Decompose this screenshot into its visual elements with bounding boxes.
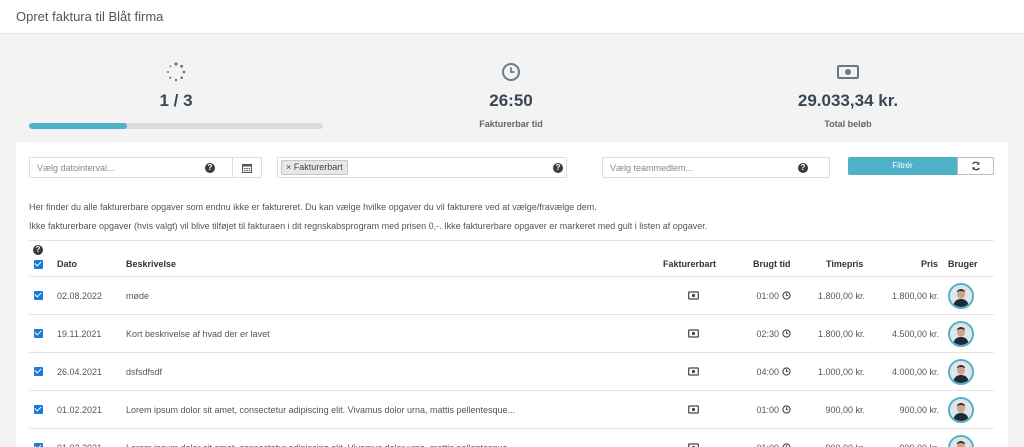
row-divider [29,390,994,391]
row-checkbox[interactable] [34,329,43,338]
row-checkbox[interactable] [34,405,43,414]
row-description: møde [126,291,150,301]
row-checkbox[interactable] [34,291,43,300]
question-icon[interactable]: ? [798,163,808,173]
remove-tag-icon[interactable]: × [286,162,291,172]
filter-button[interactable]: Filtrér [848,157,957,175]
column-header-billable[interactable]: Fakturerbart [663,259,716,269]
row-divider [29,428,994,429]
row-hourly-rate: 900,00 kr. [800,443,865,447]
clock-icon [782,443,791,447]
divider [29,240,994,241]
money-icon [688,443,699,447]
select-all-checkbox[interactable] [34,260,43,269]
avatar[interactable] [948,397,974,423]
money-icon [688,405,699,414]
question-icon[interactable]: ? [553,163,563,173]
column-header-date[interactable]: Dato [57,259,77,269]
row-date: 01.02.2021 [57,405,103,415]
info-text-2: Ikke fakturerbare opgaver (hvis valgt) v… [29,221,708,231]
row-description: dsfsdfsdf [126,367,163,377]
page-title: Opret faktura til Blåt firma [16,9,164,24]
row-price: 4.500,00 kr. [891,329,939,339]
info-text-1: Her finder du alle fakturerbare opgaver … [29,202,597,212]
clock-icon [782,405,791,414]
money-icon [837,65,859,79]
tag-chip[interactable]: × Fakturerbart [281,160,348,175]
row-date: 19.11.2021 [57,329,102,339]
title-bar: Opret faktura til Blåt firma [0,0,1024,34]
tag-label: Fakturerbart [293,162,343,172]
clock-icon [782,291,791,300]
row-divider [29,314,994,315]
clock-icon [502,63,520,81]
progress-bar [29,123,323,129]
row-date: 02.08.2022 [57,291,103,301]
row-time: 01:00 [756,405,779,415]
row-description: Kort beskrivelse af hvad der er lavet [126,329,270,339]
column-header-time-used[interactable]: Brugt tid [753,259,791,269]
money-icon [688,367,699,376]
progress-value: 1 / 3 [159,91,193,110]
row-hourly-rate: 1.800,00 kr. [817,329,865,339]
total-amount-value: 29.033,34 kr. [797,91,899,110]
row-hourly-rate: 900,00 kr. [825,405,865,415]
tag-filter-input[interactable]: × Fakturerbart ? [277,157,567,178]
column-header-description[interactable]: Beskrivelse [126,259,176,269]
column-header-price[interactable]: Pris [921,259,938,269]
row-date: 01.02.2021 [57,443,102,447]
help-icon[interactable]: ? [33,245,43,255]
row-time: 02:30 [756,329,779,339]
refresh-icon [972,161,980,171]
stat-progress: 1 / 3 [126,61,226,111]
stat-billable-time: 26:50 Fakturerbar tid [461,61,561,129]
calendar-icon[interactable] [242,163,252,173]
row-price: 4.000,00 kr. [891,367,939,377]
avatar[interactable] [948,321,974,347]
row-description: Lorem ipsum dolor sit amet, consectetur … [126,443,515,447]
clock-icon [782,367,791,376]
date-interval-placeholder: Vælg datointerval... [37,163,115,173]
stat-total-amount: 29.033,34 kr. Total beløb [778,61,918,129]
row-checkbox[interactable] [34,443,43,447]
clock-icon [782,329,791,338]
row-hourly-rate: 1.000,00 kr. [817,367,865,377]
row-time: 01:00 [740,443,779,447]
row-hourly-rate: 1.800,00 kr. [817,291,865,301]
team-member-select[interactable]: Vælg teammedlem... ? [602,157,830,178]
billable-time-label: Fakturerbar tid [479,119,543,129]
divider [29,276,994,277]
total-amount-label: Total beløb [824,119,872,129]
column-header-hourly-rate[interactable]: Timepris [826,259,863,269]
row-price: 900,00 kr. [870,443,939,447]
money-icon [688,291,699,300]
date-interval-input[interactable]: Vælg datointerval... ? [29,157,262,178]
row-time: 01:00 [756,291,779,301]
billable-time-value: 26:50 [489,91,533,110]
refresh-button[interactable] [957,157,994,175]
money-icon [688,329,699,338]
row-checkbox[interactable] [34,367,43,376]
row-divider [29,352,994,353]
team-member-placeholder: Vælg teammedlem... [610,163,694,173]
row-time: 04:00 [756,367,779,377]
progress-fill [29,123,127,129]
row-date: 26.04.2021 [57,367,103,377]
row-price: 900,00 kr. [899,405,939,415]
column-header-user: Bruger [948,259,978,269]
question-icon[interactable]: ? [205,163,215,173]
avatar[interactable] [948,283,974,309]
row-price: 1.800,00 kr. [891,291,939,301]
row-description: Lorem ipsum dolor sit amet, consectetur … [126,405,516,415]
avatar[interactable] [948,359,974,385]
spinner-icon [167,62,186,82]
